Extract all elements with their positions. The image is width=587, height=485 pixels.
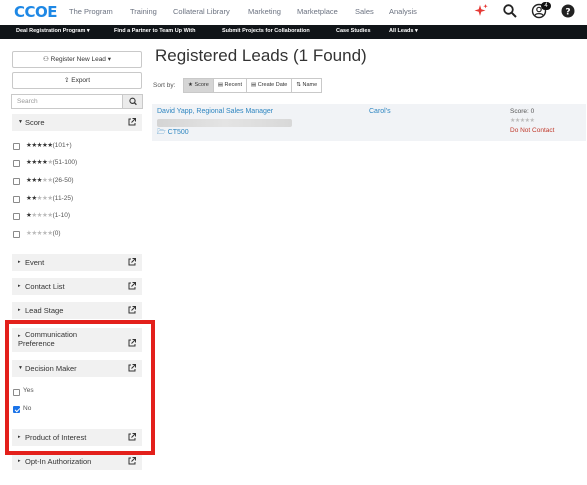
score-option-26-50: ★★★★★(26-50) (26, 177, 74, 184)
external-link-icon[interactable] (127, 305, 137, 315)
facet-score-header[interactable]: ▼ Score (12, 114, 142, 131)
facet-opt-in-label: Opt-In Authorization (25, 457, 92, 466)
export-icon: ⇪ (63, 77, 70, 84)
sort-recent-button[interactable]: ▤ Recent (212, 78, 247, 93)
facet-contact-list-label: Contact List (25, 282, 65, 291)
svg-text:?: ? (565, 7, 570, 17)
sort-name-button[interactable]: ⇅ Name (291, 78, 323, 93)
search-input[interactable] (12, 95, 123, 108)
register-new-lead-button[interactable]: ⚇ Register New Lead ▾ (12, 51, 142, 68)
caret-right-icon: ▸ (18, 283, 21, 289)
score-option-checkbox[interactable] (13, 196, 20, 203)
nav-collateral-library[interactable]: Collateral Library (173, 7, 230, 16)
search-box (11, 94, 143, 109)
sort-create-date-button[interactable]: ▤ Create Date (245, 78, 293, 93)
score-option-checkbox[interactable] (13, 213, 20, 220)
page-title: Registered Leads (1 Found) (155, 46, 367, 66)
caret-right-icon: ▸ (18, 307, 21, 313)
score-option-1-10: ★★★★★(1-10) (26, 212, 70, 219)
help-icon[interactable]: ? (560, 3, 576, 19)
external-link-icon[interactable] (127, 257, 137, 267)
score-option-checkbox[interactable] (13, 160, 20, 167)
sort-label: Sort by: (153, 82, 176, 89)
caret-down-icon: ▼ (18, 119, 23, 125)
page-title-text: Registered Leads (155, 46, 289, 65)
subnav-all-leads[interactable]: All Leads ▾ (389, 28, 418, 34)
nav-marketing[interactable]: Marketing (248, 7, 281, 16)
subnav-case-studies[interactable]: Case Studies (336, 28, 371, 34)
nav-analysis[interactable]: Analysis (389, 7, 417, 16)
subnav-deal-registration[interactable]: Deal Registration Program ▾ (16, 28, 90, 34)
lead-name-link[interactable]: David Yapp, Regional Sales Manager (157, 108, 273, 115)
export-label: Export (71, 77, 91, 84)
lead-status: Do Not Contact (510, 127, 555, 134)
nav-the-program[interactable]: The Program (69, 7, 113, 16)
score-option-checkbox[interactable] (13, 143, 20, 150)
score-option-checkbox[interactable] (13, 231, 20, 238)
facet-score-label: Score (25, 118, 45, 127)
external-link-icon[interactable] (127, 117, 137, 127)
caret-right-icon: ▸ (18, 458, 21, 464)
top-navigation: CCOE The Program Training Collateral Lib… (0, 0, 587, 25)
results-count: (1 Found) (293, 46, 367, 65)
sort-score-button[interactable]: ★ Score (183, 78, 214, 93)
logo-text: CCOE (14, 3, 58, 21)
lead-score-stars: ★★★★★ (510, 118, 535, 124)
register-new-lead-label: Register New Lead ▾ (50, 56, 111, 63)
score-option-0: ★★★★★(0) (26, 230, 61, 237)
search-icon[interactable] (502, 3, 518, 19)
brand-logo[interactable]: CCOE (14, 3, 58, 21)
nav-training[interactable]: Training (130, 7, 157, 16)
lead-score: Score: 0 (510, 108, 535, 115)
sort-button-group: ★ Score ▤ Recent ▤ Create Date ⇅ Name (183, 78, 323, 93)
user-plus-icon: ⚇ (43, 56, 49, 63)
export-button[interactable]: ⇪ Export (12, 72, 142, 89)
lead-company-link[interactable]: Carol's (369, 108, 391, 115)
facet-event-label: Event (25, 258, 45, 267)
facet-event-header[interactable]: ▸ Event (12, 254, 142, 271)
facet-lead-stage-header[interactable]: ▸ Lead Stage (12, 302, 142, 319)
search-icon (129, 97, 137, 106)
facet-lead-stage-label: Lead Stage (25, 306, 64, 315)
score-option-checkbox[interactable] (13, 178, 20, 185)
score-option-101: ★★★★★(101+) (26, 142, 72, 149)
facet-contact-list-header[interactable]: ▸ Contact List (12, 278, 142, 295)
sub-navigation: Deal Registration Program ▾ Find a Partn… (0, 25, 587, 39)
notification-badge: 4 (541, 2, 551, 10)
subnav-submit-projects[interactable]: Submit Projects for Collaboration (222, 28, 310, 34)
caret-right-icon: ▸ (18, 259, 21, 265)
nav-sales[interactable]: Sales (355, 7, 374, 16)
nav-marketplace[interactable]: Marketplace (297, 7, 338, 16)
redacted-contact-info (157, 119, 292, 127)
lead-result-row[interactable]: David Yapp, Regional Sales Manager 🗁 CT5… (152, 104, 586, 141)
external-link-icon[interactable] (127, 281, 137, 291)
highlight-annotation-box (5, 320, 155, 455)
facet-opt-in-header[interactable]: ▸ Opt-In Authorization (12, 453, 142, 470)
score-option-11-25: ★★★★★(11-25) (26, 195, 74, 202)
external-link-icon[interactable] (127, 456, 137, 466)
lead-folder-link[interactable]: 🗁 CT500 (157, 128, 189, 139)
folder-icon: 🗁 (157, 129, 166, 136)
score-option-51-100: ★★★★★(51-100) (26, 159, 78, 166)
sparkle-icon[interactable] (473, 3, 489, 19)
search-button[interactable] (122, 95, 142, 108)
subnav-find-partner[interactable]: Find a Partner to Team Up With (114, 28, 195, 34)
